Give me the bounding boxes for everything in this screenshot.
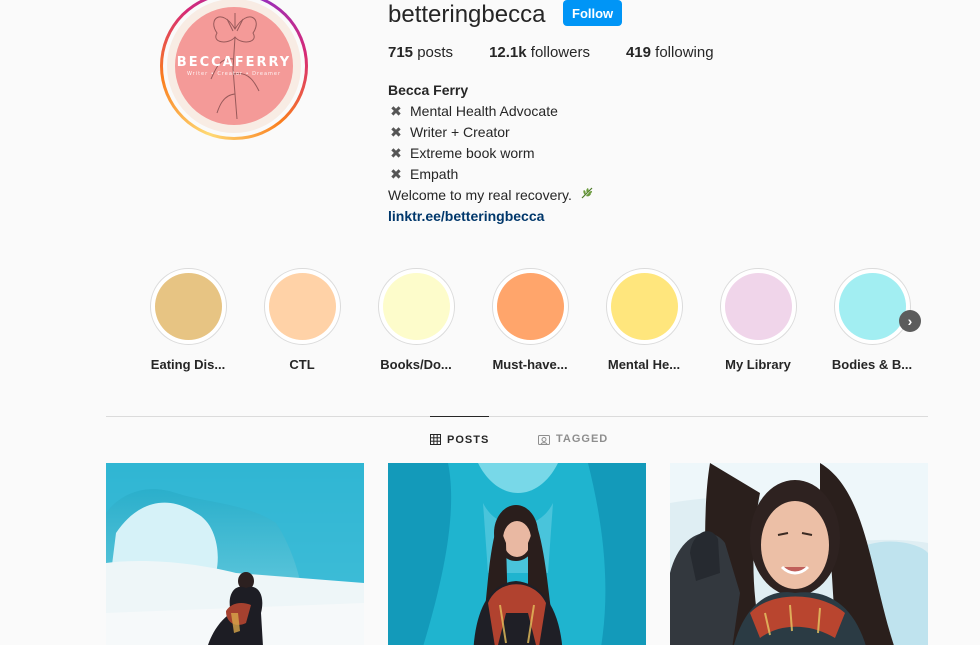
highlight-label: CTL xyxy=(289,357,315,372)
herb-icon xyxy=(580,185,594,206)
stat-following-count: 419 xyxy=(625,44,651,61)
highlight-cover xyxy=(268,273,336,340)
highlight-label: Must-have... xyxy=(492,357,568,372)
bio-line-text: Mental Health Advocate xyxy=(410,103,558,119)
bio-line-text: Empath xyxy=(410,166,459,182)
highlight-label: Books/Do... xyxy=(380,357,452,372)
bio-line: ✖ Extreme book worm xyxy=(388,143,594,164)
stat-posts-count: 715 xyxy=(388,44,414,61)
profile-avatar[interactable]: BECCAFERRY Writer • Creator • Dreamer xyxy=(160,0,308,140)
profile-bio: Becca Ferry ✖ Mental Health Advocate ✖ W… xyxy=(388,80,594,227)
tab-tagged[interactable]: TAGGED xyxy=(538,416,608,462)
stat-posts-label: posts xyxy=(417,44,454,61)
tab-posts[interactable]: POSTS xyxy=(430,416,490,462)
profile-full-name: Becca Ferry xyxy=(388,82,469,98)
bio-line-text: Extreme book worm xyxy=(410,145,535,161)
stat-followers[interactable]: 12.1k followers xyxy=(489,44,590,61)
highlight-cover xyxy=(154,273,222,340)
heavy-x-icon: ✖ xyxy=(390,145,402,161)
highlight-cover xyxy=(724,273,792,340)
bio-website-link[interactable]: linktr.ee/betteringbecca xyxy=(388,208,544,224)
grid-icon xyxy=(430,434,441,445)
post-photo xyxy=(670,463,928,645)
bio-line: ✖ Writer + Creator xyxy=(388,122,594,143)
highlight-cover xyxy=(496,273,564,340)
tabs-divider xyxy=(106,416,928,417)
tab-tagged-label: TAGGED xyxy=(556,433,609,445)
post-photo xyxy=(106,463,364,645)
tag-icon xyxy=(538,434,550,445)
stat-posts: 715 posts xyxy=(388,44,453,61)
highlight-item[interactable]: My Library xyxy=(701,268,815,372)
post-photo xyxy=(388,463,646,645)
highlight-item[interactable]: CTL xyxy=(245,268,359,372)
tab-posts-label: POSTS xyxy=(447,433,490,446)
highlight-label: Mental He... xyxy=(607,357,681,372)
avatar-brand-text: BECCAFERRY xyxy=(176,55,292,70)
highlight-item[interactable]: Mental He... xyxy=(587,268,701,372)
avatar-image: BECCAFERRY Writer • Creator • Dreamer xyxy=(167,0,301,133)
profile-username: betteringbecca xyxy=(388,1,546,28)
stat-following-label: following xyxy=(655,44,714,61)
highlight-label: My Library xyxy=(725,357,791,372)
stat-followers-label: followers xyxy=(530,44,590,61)
highlight-cover xyxy=(610,273,678,340)
post-thumbnail[interactable] xyxy=(106,463,364,645)
post-thumbnail[interactable] xyxy=(388,463,646,645)
post-thumbnail[interactable] xyxy=(670,463,928,645)
stat-following[interactable]: 419 following xyxy=(626,44,714,61)
bio-line: ✖ Mental Health Advocate xyxy=(388,101,594,122)
bio-line-text: Writer + Creator xyxy=(410,124,510,140)
highlight-cover xyxy=(382,273,450,340)
posts-grid xyxy=(106,463,928,645)
highlight-item[interactable]: Books/Do... xyxy=(359,268,473,372)
highlight-label: Bodies & B... xyxy=(831,357,913,372)
highlight-label: Eating Dis... xyxy=(150,357,226,372)
bio-line: ✖ Empath xyxy=(388,164,594,185)
highlight-cover xyxy=(838,273,906,340)
bio-welcome-line: Welcome to my real recovery. xyxy=(388,185,594,206)
heavy-x-icon: ✖ xyxy=(390,103,402,119)
highlight-item[interactable]: Must-have... xyxy=(473,268,587,372)
avatar-tagline-text: Writer • Creator • Dreamer xyxy=(186,71,282,77)
highlight-item[interactable]: Eating Dis... xyxy=(131,268,245,372)
chevron-right-icon[interactable]: › xyxy=(899,310,921,332)
heavy-x-icon: ✖ xyxy=(390,124,402,140)
bio-welcome-text: Welcome to my real recovery. xyxy=(388,187,572,203)
follow-button[interactable]: Follow xyxy=(563,0,623,26)
stat-followers-count: 12.1k xyxy=(489,44,527,61)
story-highlights: Eating Dis... CTL Books/Do... Must-have.… xyxy=(131,268,929,372)
profile-stats: 715 posts 12.1k followers 419 following xyxy=(388,44,750,61)
heavy-x-icon: ✖ xyxy=(390,166,402,182)
